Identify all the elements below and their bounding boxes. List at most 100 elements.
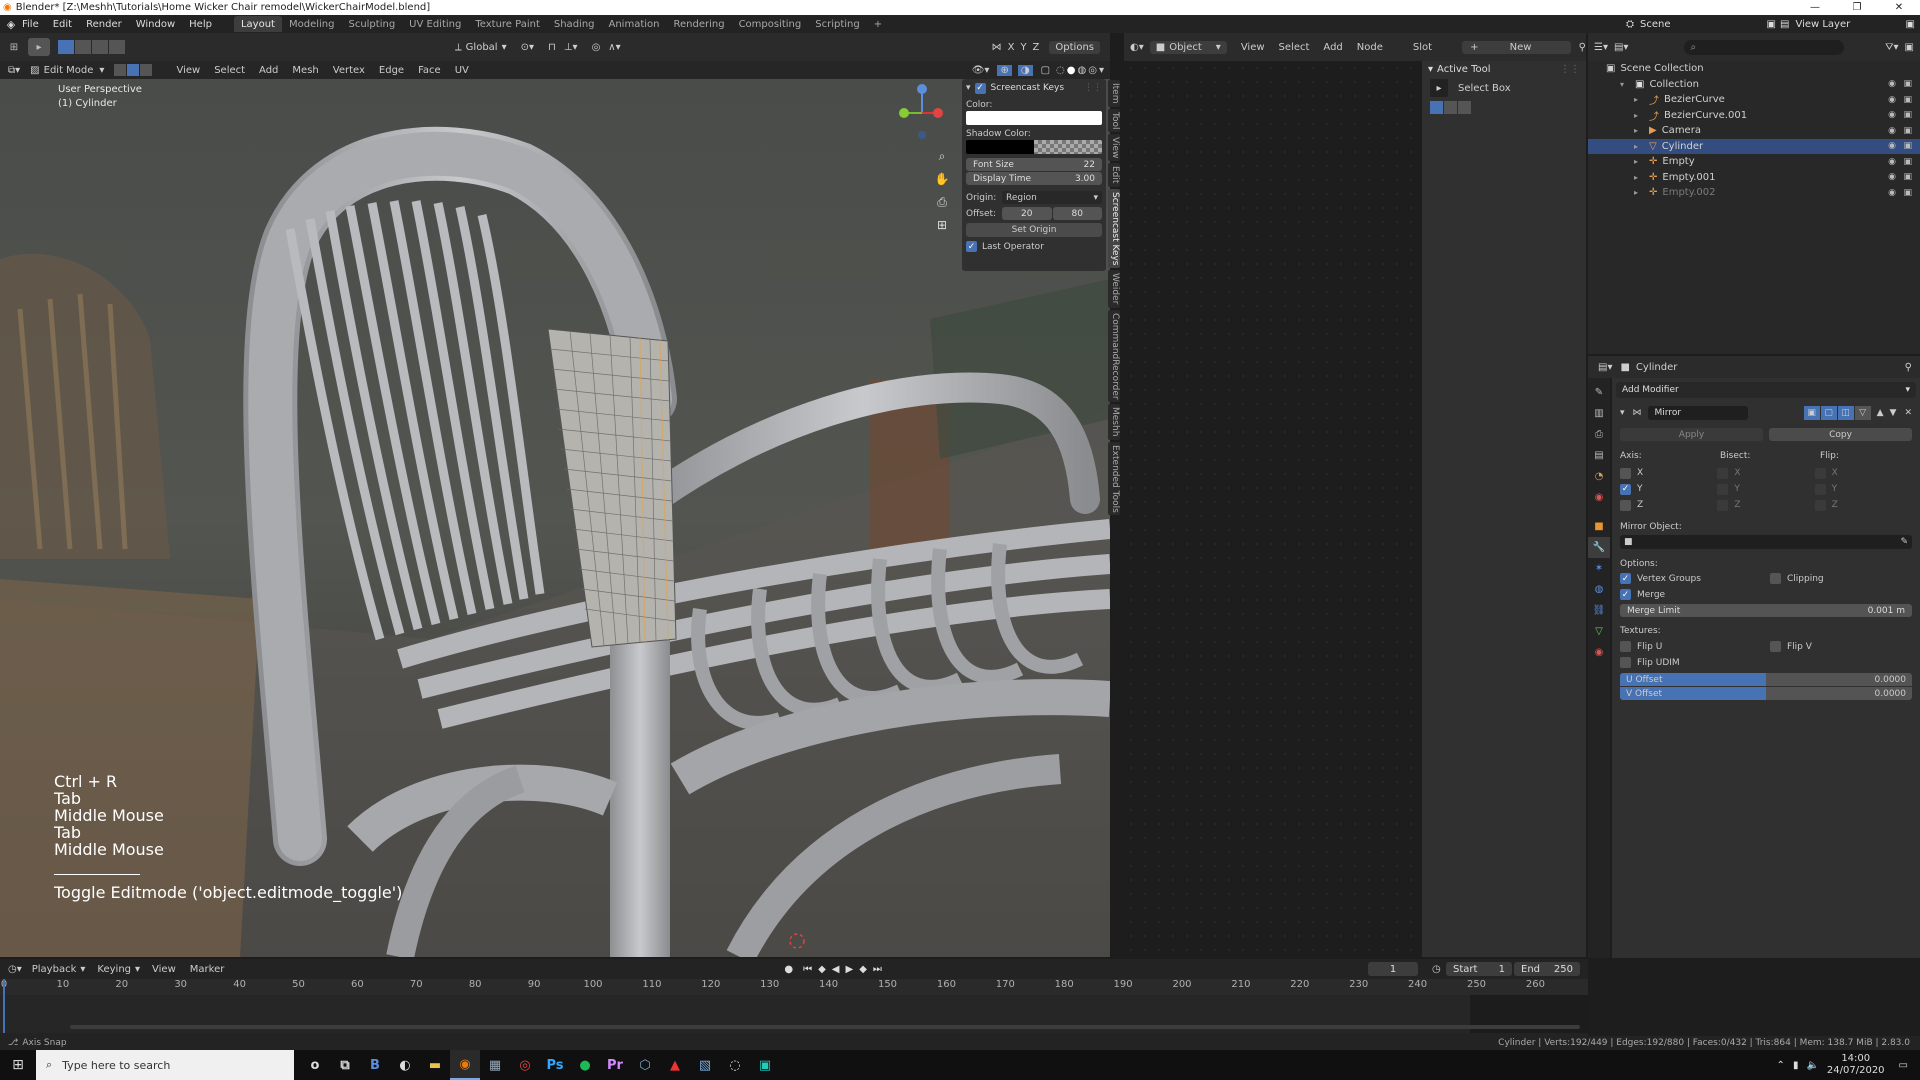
expand-icon[interactable]: ▸ [1634, 111, 1644, 120]
vertex-select-icon[interactable] [114, 64, 127, 76]
active-tool-header[interactable]: ▾ Active Tool ⋮⋮ [1422, 61, 1586, 77]
sidebar-tab-screencast-keys[interactable]: Screencast Keys [1108, 188, 1120, 269]
outliner-row[interactable]: ▸ ✛ Empty.002 ◉ ▣ [1588, 185, 1920, 201]
jump-start-icon[interactable]: ⏮ [803, 964, 812, 975]
menu-window[interactable]: Window [136, 19, 175, 30]
pivot-point-icon[interactable]: ⊙▾ [521, 42, 534, 53]
apply-button[interactable]: Apply [1620, 428, 1763, 441]
falloff-icon[interactable]: ∧▾ [608, 42, 620, 53]
proportional-edit-icon[interactable]: ◎ [592, 42, 601, 53]
modifier-name-field[interactable]: Mirror [1647, 406, 1748, 420]
face-select-icon[interactable] [140, 64, 153, 76]
world-tab-icon[interactable]: ◉ [1588, 487, 1610, 508]
menu-add[interactable]: Add [259, 65, 278, 76]
panel-header[interactable]: ▾ ✓ Screencast Keys ⋮⋮ [962, 79, 1106, 97]
v-offset-slider[interactable]: V Offset 0.0000 [1620, 687, 1912, 700]
output-tab-icon[interactable]: ⎙ [1588, 424, 1610, 445]
clipping-checkbox[interactable] [1770, 573, 1781, 584]
mirror-x-toggle[interactable]: X [1008, 42, 1015, 53]
keyframe-prev-icon[interactable]: ◆ [818, 964, 826, 975]
menu-select[interactable]: Select [214, 65, 245, 76]
object-tab-icon[interactable]: ■ [1588, 516, 1610, 537]
overlay-icon[interactable]: ◑ [1017, 64, 1033, 76]
sidebar-tab-view[interactable]: View [1108, 133, 1120, 162]
node-menu-node[interactable]: Node [1357, 42, 1383, 53]
menu-render[interactable]: Render [86, 19, 122, 30]
eyedropper-icon[interactable]: ✎ [1900, 537, 1908, 547]
outliner-row[interactable]: ▸ ▽ Cylinder ◉ ▣ [1588, 138, 1920, 154]
zoom-icon[interactable]: ⌕ [933, 145, 951, 168]
physics-tab-icon[interactable]: ◍ [1588, 579, 1610, 600]
vertex-groups-checkbox[interactable]: ✓ [1620, 573, 1631, 584]
move-up-icon[interactable]: ▲ [1877, 408, 1884, 418]
render-visibility-icon[interactable]: ▣ [1903, 188, 1912, 198]
menu-edit[interactable]: Edit [53, 19, 72, 30]
node-menu-select[interactable]: Select [1279, 42, 1310, 53]
play-reverse-icon[interactable]: ◀ [832, 964, 840, 975]
volume-icon[interactable]: 🔈 [1806, 1060, 1818, 1071]
timeline-menu-marker[interactable]: Marker [190, 964, 225, 975]
navigation-gizmo[interactable] [894, 79, 954, 141]
menu-edge[interactable]: Edge [379, 65, 404, 76]
view-layer-tab-icon[interactable]: ▤ [1588, 445, 1610, 466]
origin-dropdown[interactable]: Region ▾ [1002, 191, 1102, 204]
last-operator-checkbox[interactable]: ✓ [966, 241, 977, 252]
render-visibility-icon[interactable]: ▣ [1903, 95, 1912, 105]
mode-selector[interactable]: ▨ Edit Mode ▾ [30, 65, 104, 76]
visibility-eye-icon[interactable]: ◉ [1888, 95, 1896, 105]
render-visibility-icon[interactable]: ▣ [1903, 157, 1912, 167]
expand-icon[interactable]: ▸ [1634, 173, 1644, 182]
timeline-editor-icon[interactable]: ◷▾ [8, 964, 22, 975]
filter-icon[interactable]: ⛛▾ [1885, 42, 1898, 53]
gizmo-icon[interactable]: ⊕ [997, 64, 1012, 76]
bisect-x-checkbox[interactable] [1717, 467, 1729, 479]
tab-scripting[interactable]: Scripting [808, 16, 866, 32]
render-visibility-icon[interactable]: ▣ [1903, 110, 1912, 120]
timeline-ruler[interactable]: 0102030405060708090100110120130140150160… [0, 979, 1588, 995]
select-extend-icon[interactable] [1444, 101, 1457, 114]
render-visibility-icon[interactable]: ▣ [1903, 79, 1912, 89]
modifier-tab-icon[interactable]: 🔧 [1588, 537, 1610, 558]
particles-tab-icon[interactable]: ✶ [1588, 558, 1610, 579]
expand-icon[interactable]: ▸ [1634, 126, 1644, 135]
file-explorer-icon[interactable]: ▬ [420, 1050, 450, 1080]
extend-selection-icon[interactable] [75, 40, 91, 54]
tab-texture-paint[interactable]: Texture Paint [468, 16, 547, 32]
flip-y-checkbox[interactable] [1814, 483, 1826, 495]
node-editor[interactable] [1124, 61, 1420, 957]
select-box-mode-icon[interactable]: ▸ [28, 38, 50, 56]
copy-button[interactable]: Copy [1769, 428, 1912, 441]
scene-selector[interactable]: ⛭ Scene ▣ [1626, 17, 1776, 31]
premiere-icon[interactable]: Pr [600, 1050, 630, 1080]
camera-view-icon[interactable]: ⎙ [933, 191, 951, 214]
timeline-menu-playback[interactable]: Playback [32, 964, 77, 975]
render-visibility-icon[interactable]: ▣ [1903, 126, 1912, 136]
viewport-editor-icon[interactable]: ⧉▾ [8, 65, 20, 76]
outliner-row[interactable]: ▸ ⤴ BezierCurve ◉ ▣ [1588, 92, 1920, 108]
select-subtract-icon[interactable] [1458, 101, 1471, 114]
scene-tab-icon[interactable]: ◔ [1588, 466, 1610, 487]
sidebar-tab-meshh[interactable]: Meshh [1108, 404, 1120, 440]
sidebar-tab-tool[interactable]: Tool [1108, 108, 1120, 132]
menu-vertex[interactable]: Vertex [333, 65, 365, 76]
tab-rendering[interactable]: Rendering [666, 16, 731, 32]
visibility-icon[interactable]: 👁▾ [972, 65, 990, 76]
outliner-row[interactable]: ▸ ⤴ BezierCurve.001 ◉ ▣ [1588, 108, 1920, 124]
u-offset-slider[interactable]: U Offset 0.0000 [1620, 673, 1912, 686]
tab-animation[interactable]: Animation [602, 16, 667, 32]
keyframe-next-icon[interactable]: ◆ [859, 964, 867, 975]
end-frame-field[interactable]: End 250 [1514, 962, 1580, 976]
visibility-eye-icon[interactable]: ◉ [1888, 110, 1896, 120]
render-visibility-icon[interactable]: ▣ [1903, 141, 1912, 151]
snap-icon[interactable]: ⊓ [548, 42, 556, 53]
outliner-row[interactable]: ▸ ✛ Empty ◉ ▣ [1588, 154, 1920, 170]
new-scene-icon[interactable]: ▣ [1767, 19, 1776, 30]
menu-view[interactable]: View [176, 65, 200, 76]
visibility-eye-icon[interactable]: ◉ [1888, 188, 1896, 198]
collapse-icon[interactable]: ▾ [1620, 80, 1630, 89]
windows-start-icon[interactable]: ⊞ [0, 1057, 36, 1073]
axis-x-checkbox[interactable] [1620, 467, 1631, 479]
wireframe-shading-icon[interactable]: ◌ [1056, 65, 1065, 76]
notifications-icon[interactable]: ▭ [1899, 1060, 1908, 1071]
select-new-icon[interactable] [1430, 101, 1443, 114]
